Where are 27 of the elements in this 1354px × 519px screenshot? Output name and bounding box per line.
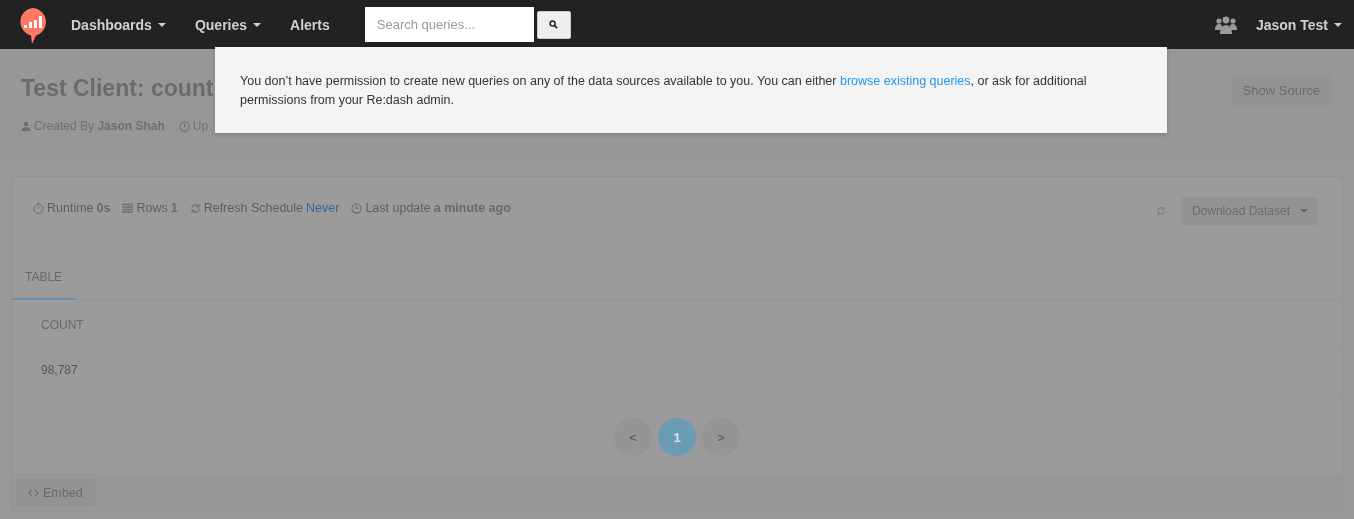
stat-label: Last update [365, 201, 431, 215]
nav-menu-item[interactable]: Alerts [290, 16, 330, 33]
stat-label: Rows [136, 201, 168, 215]
search-field[interactable]: Search queries... [364, 7, 534, 42]
notice-text: You don’t have permission to create new queries on any of the data sources available to you. You can either browse existing queries, or ask for additional permissions from your Re:dash admin. [240, 73, 1088, 109]
user-menu[interactable]: Jason Test [1255, 16, 1342, 33]
refresh-icon [189, 202, 201, 214]
stat-link[interactable]: Never [306, 201, 340, 215]
clock-icon [178, 120, 190, 132]
table-cell: 98,787 [12, 347, 1342, 398]
page-button[interactable]: 1 [658, 418, 696, 456]
nav-menu-item[interactable]: Queries [194, 16, 262, 33]
search-icon [549, 20, 559, 29]
stat-label: Runtime [47, 201, 94, 215]
nav-menu-item[interactable]: Dashboards [71, 16, 166, 33]
stopwatch-icon [33, 202, 44, 214]
person-icon [21, 121, 31, 131]
stat-label: Refresh Schedule [203, 201, 304, 215]
list-icon [122, 202, 134, 214]
users-icon[interactable] [1214, 15, 1237, 34]
code-icon [28, 489, 39, 497]
logo-icon[interactable] [17, 6, 47, 45]
next-page-button[interactable]: > [702, 418, 740, 456]
previous-page-button[interactable]: < [614, 418, 652, 456]
search-button[interactable] [536, 10, 571, 39]
clock-icon [351, 202, 363, 214]
browse-queries-link[interactable]: browse existing queries [839, 74, 971, 88]
